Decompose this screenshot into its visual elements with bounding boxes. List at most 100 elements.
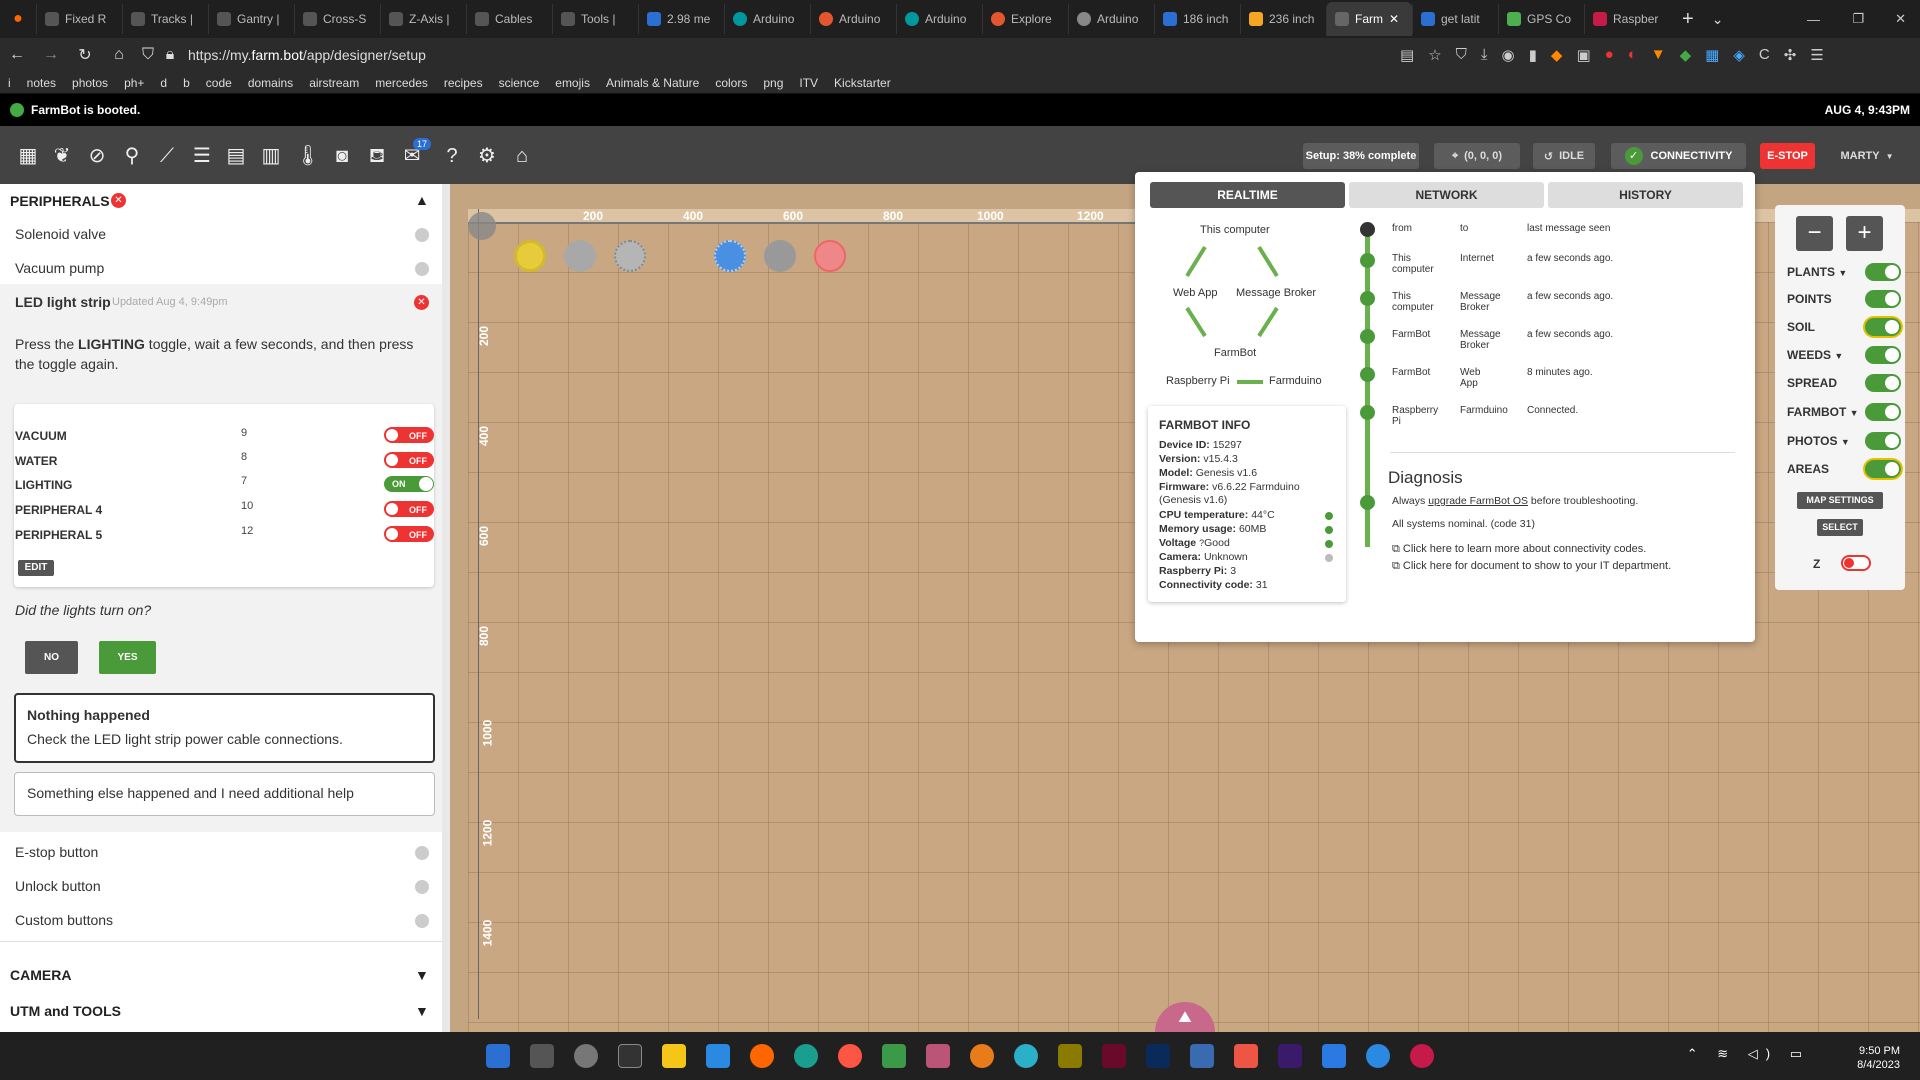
bookmark-item[interactable]: png bbox=[763, 76, 783, 90]
indesign-icon[interactable] bbox=[1102, 1044, 1126, 1068]
map-settings-button[interactable]: MAP SETTINGS bbox=[1797, 492, 1883, 509]
windows-start-icon[interactable] bbox=[486, 1044, 510, 1068]
bookmark-folder[interactable]: mercedes bbox=[375, 76, 428, 90]
tool-slot-icon[interactable] bbox=[764, 240, 796, 272]
photos-toggle[interactable] bbox=[1865, 432, 1901, 450]
tab-history[interactable]: HISTORY bbox=[1548, 182, 1743, 208]
step-estop-button[interactable]: E-stop button bbox=[15, 844, 98, 860]
user-menu[interactable]: MARTY ▼ bbox=[1832, 143, 1902, 169]
close-tab-icon[interactable]: ✕ bbox=[1389, 12, 1399, 26]
panel-scrollbar[interactable] bbox=[442, 184, 450, 1032]
points-toggle[interactable] bbox=[1865, 290, 1901, 308]
bookmark-folder[interactable]: airstream bbox=[309, 76, 359, 90]
bookmark-item[interactable]: colors bbox=[715, 76, 747, 90]
idle-button[interactable]: ↺ IDLE bbox=[1533, 143, 1595, 169]
system-tray[interactable]: ⌃ ≋ ◁) ▭ bbox=[1687, 1046, 1810, 1062]
menu-icon[interactable]: ☰ bbox=[1810, 46, 1823, 64]
sequences-icon[interactable]: ☰ bbox=[190, 144, 214, 168]
bookmark-folder[interactable]: recipes bbox=[444, 76, 483, 90]
soil-toggle[interactable] bbox=[1865, 318, 1901, 336]
connectivity-button[interactable]: ✓ CONNECTIVITY bbox=[1611, 143, 1746, 169]
caret-down-icon[interactable]: ▼ bbox=[1838, 268, 1847, 278]
nothing-happened-option[interactable] bbox=[14, 693, 435, 763]
tab-16[interactable]: get latit bbox=[1412, 4, 1498, 34]
peripheral-4-toggle[interactable]: OFF bbox=[384, 501, 434, 517]
help-icon[interactable]: ? bbox=[440, 144, 464, 168]
app-icon[interactable] bbox=[1322, 1044, 1346, 1068]
extension-icon[interactable]: ● bbox=[1605, 46, 1614, 64]
restore-icon[interactable]: ❐ bbox=[1852, 11, 1864, 27]
bookmark-item[interactable]: notes bbox=[27, 76, 56, 90]
settings-icon[interactable] bbox=[574, 1044, 598, 1068]
back-icon[interactable]: ← bbox=[0, 46, 34, 64]
reader-icon[interactable]: ▤ bbox=[1400, 46, 1414, 64]
events-icon[interactable]: ▥ bbox=[259, 144, 283, 168]
farmbot-head-icon[interactable] bbox=[468, 212, 496, 240]
tab-12[interactable]: Arduino bbox=[1068, 4, 1154, 34]
extension-icon[interactable]: C bbox=[1759, 46, 1770, 64]
connectivity-codes-link[interactable]: ⧉ Click here to learn more about connect… bbox=[1392, 543, 1742, 556]
forward-icon[interactable]: → bbox=[34, 46, 68, 64]
extension-icon[interactable]: ◐ bbox=[1628, 46, 1637, 64]
photoshop-icon[interactable] bbox=[1146, 1044, 1170, 1068]
peripheral-5-toggle[interactable]: OFF bbox=[384, 526, 434, 542]
bookmark-item[interactable]: emojis bbox=[555, 76, 590, 90]
weeds-toggle[interactable] bbox=[1865, 346, 1901, 364]
tab-13[interactable]: 186 inch bbox=[1154, 4, 1240, 34]
bookmark-folder[interactable]: science bbox=[499, 76, 540, 90]
zoom-out-button[interactable]: − bbox=[1796, 216, 1833, 251]
bookmark-folder[interactable]: code bbox=[206, 76, 232, 90]
tab-10[interactable]: Arduino bbox=[896, 4, 982, 34]
chevron-down-icon[interactable]: ▼ bbox=[415, 967, 429, 983]
bookmark-item[interactable]: Kickstarter bbox=[834, 76, 891, 90]
extension-icon[interactable]: ◉ bbox=[1502, 46, 1515, 64]
tab-6[interactable]: Tools | bbox=[552, 4, 638, 34]
tool-slot-icon[interactable] bbox=[564, 240, 596, 272]
extension-icon[interactable]: ◆ bbox=[1680, 46, 1692, 64]
areas-toggle[interactable] bbox=[1865, 460, 1901, 478]
zoom-in-button[interactable]: + bbox=[1846, 216, 1883, 251]
farmbot-toggle[interactable] bbox=[1865, 403, 1901, 421]
extension-icon[interactable]: ▼ bbox=[1651, 46, 1666, 64]
watering-nozzle-icon[interactable] bbox=[714, 240, 746, 272]
new-tab-icon[interactable]: + bbox=[1682, 8, 1694, 31]
chevron-up-icon[interactable]: ▲ bbox=[415, 192, 429, 208]
bookmark-item[interactable]: ph+ bbox=[124, 76, 144, 90]
tab-4[interactable]: Z-Axis | bbox=[380, 4, 466, 34]
tab-3[interactable]: Cross-S bbox=[294, 4, 380, 34]
coordinates-button[interactable]: ⌖ (0, 0, 0) bbox=[1434, 143, 1520, 169]
lighting-toggle[interactable]: ON bbox=[384, 476, 434, 492]
tool-slot-icon[interactable] bbox=[814, 240, 846, 272]
caret-down-icon[interactable]: ▼ bbox=[1834, 351, 1843, 361]
close-window-icon[interactable]: ✕ bbox=[1895, 11, 1906, 27]
yes-button[interactable]: YES bbox=[99, 641, 156, 674]
photos-icon[interactable]: ◙ bbox=[330, 144, 354, 168]
water-toggle[interactable]: OFF bbox=[384, 452, 434, 468]
blender-icon[interactable] bbox=[970, 1044, 994, 1068]
tool-slot-icon[interactable] bbox=[514, 240, 546, 272]
weeds-icon[interactable]: ⊘ bbox=[85, 144, 109, 168]
shop-icon[interactable]: ⌂ bbox=[510, 144, 534, 168]
firefox-menu-icon[interactable]: ● bbox=[0, 10, 36, 28]
regimens-icon[interactable]: ▤ bbox=[224, 144, 248, 168]
tab-network[interactable]: NETWORK bbox=[1349, 182, 1544, 208]
app-icon[interactable] bbox=[882, 1044, 906, 1068]
tab-1[interactable]: Tracks | bbox=[122, 4, 208, 34]
shield-icon[interactable]: ⛉ bbox=[136, 46, 160, 64]
upgrade-os-link[interactable]: upgrade FarmBot OS bbox=[1428, 495, 1528, 507]
bookmark-item[interactable]: photos bbox=[72, 76, 108, 90]
app-icon[interactable] bbox=[838, 1044, 862, 1068]
puzzle-icon[interactable]: ✣ bbox=[1784, 46, 1797, 64]
reload-icon[interactable]: ↻ bbox=[68, 45, 102, 65]
minimize-icon[interactable]: — bbox=[1807, 12, 1820, 27]
bookmark-folder[interactable]: domains bbox=[248, 76, 293, 90]
it-document-link[interactable]: ⧉ Click here for document to show to you… bbox=[1392, 559, 1692, 574]
tab-18[interactable]: Raspber bbox=[1584, 4, 1670, 34]
tab-8[interactable]: Arduino bbox=[724, 4, 810, 34]
app-icon[interactable] bbox=[1190, 1044, 1214, 1068]
zoom-icon[interactable] bbox=[1366, 1044, 1390, 1068]
bookmark-item[interactable]: ITV bbox=[799, 76, 818, 90]
bookmark-folder[interactable]: b bbox=[183, 76, 190, 90]
caret-down-icon[interactable]: ▼ bbox=[1841, 437, 1850, 447]
step-vacuum-pump[interactable]: Vacuum pump bbox=[15, 260, 104, 276]
